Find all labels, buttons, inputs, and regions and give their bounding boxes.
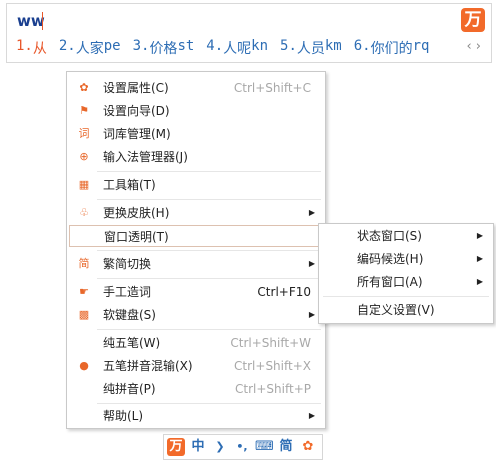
- candidate-list: 1. 从 2. 人家 pe 3. 价格 st 4. 人呢 kn 5. 人员 km 6. 你们的 rq: [16, 38, 429, 58]
- submenu-arrow-icon: ▶: [308, 411, 315, 420]
- menu-item-toolbox[interactable]: ▦ 工具箱(T): [69, 174, 323, 196]
- submenu-arrow-icon: ▶: [308, 208, 315, 217]
- gear-icon: ✿: [79, 81, 89, 94]
- hand-icon: ☛: [79, 285, 89, 298]
- submenu-arrow-icon: ▶: [476, 277, 483, 286]
- submenu-item-custom[interactable]: 自定义设置(V): [321, 299, 491, 321]
- menu-item-window-transparency[interactable]: 窗口透明(T): [69, 225, 323, 247]
- menu-item-ime-manager[interactable]: ⊕ 输入法管理器(J): [69, 146, 323, 168]
- manager-icon: ⊕: [79, 150, 89, 163]
- traditional-simplified-icon: 简: [78, 257, 90, 270]
- menu-separator: [97, 329, 321, 330]
- submenu-item-candidate[interactable]: 编码候选(H) ▶: [321, 248, 491, 270]
- ime-status-bar: 万 中 ❯ •, ⌨ 简 ✿: [163, 434, 323, 460]
- menu-separator: [323, 296, 489, 297]
- candidate-item[interactable]: 2. 人家 pe: [59, 38, 121, 58]
- menu-separator: [97, 199, 321, 200]
- menu-separator: [97, 171, 321, 172]
- menu-item-pure-pinyin[interactable]: 纯拼音(P) Ctrl+Shift+P: [69, 378, 323, 400]
- moon-icon[interactable]: ❯: [211, 438, 229, 456]
- candidate-item[interactable]: 6. 你们的 rq: [354, 38, 430, 58]
- submenu-item-status-window[interactable]: 状态窗口(S) ▶: [321, 225, 491, 247]
- menu-item-help[interactable]: 帮助(L) ▶: [69, 405, 323, 427]
- submenu-item-all-windows[interactable]: 所有窗口(A) ▶: [321, 271, 491, 293]
- menu-separator: [97, 403, 321, 404]
- menu-item-settings[interactable]: ✿ 设置属性(C) Ctrl+Shift+C: [69, 77, 323, 99]
- selected-dot-icon: ●: [79, 359, 89, 372]
- punctuation-icon[interactable]: •,: [233, 438, 251, 456]
- submenu-arrow-icon: ▶: [476, 254, 483, 263]
- next-page-icon[interactable]: ›: [476, 39, 481, 54]
- candidate-item[interactable]: 1. 从: [16, 38, 47, 58]
- wubi-logo-icon[interactable]: 万: [461, 8, 485, 32]
- composition-text: ww: [17, 12, 45, 30]
- page-nav: ‹ ›: [466, 39, 481, 54]
- candidate-item[interactable]: 3. 价格 st: [133, 38, 195, 58]
- menu-item-soft-keyboard[interactable]: ▩ 软键盘(S) ▶: [69, 304, 323, 326]
- menu-separator: [97, 250, 321, 251]
- submenu-arrow-icon: ▶: [308, 259, 315, 268]
- submenu-arrow-icon: ▶: [476, 231, 483, 240]
- keyboard-icon: ▩: [78, 308, 90, 321]
- submenu-arrow-icon: ▶: [308, 310, 315, 319]
- candidate-item[interactable]: 5. 人员 km: [280, 38, 342, 58]
- menu-item-skin[interactable]: ♧ 更换皮肤(H) ▶: [69, 202, 323, 224]
- wubi-logo-icon[interactable]: 万: [167, 438, 185, 456]
- candidate-item[interactable]: 4. 人呢 kn: [206, 38, 268, 58]
- menu-item-pure-wubi[interactable]: 纯五笔(W) Ctrl+Shift+W: [69, 332, 323, 354]
- menu-item-manual-word[interactable]: ☛ 手工造词 Ctrl+F10: [69, 281, 323, 303]
- prev-page-icon[interactable]: ‹: [466, 39, 471, 54]
- simplified-icon[interactable]: 简: [277, 438, 295, 456]
- flag-icon: ⚑: [79, 104, 89, 117]
- shirt-icon: ♧: [79, 206, 89, 219]
- keyboard-icon[interactable]: ⌨: [255, 438, 274, 456]
- menu-item-dictionary[interactable]: 词 词库管理(M): [69, 123, 323, 145]
- menu-item-wizard[interactable]: ⚑ 设置向导(D): [69, 100, 323, 122]
- menu-separator: [97, 278, 321, 279]
- candidate-window: ww 万 1. 从 2. 人家 pe 3. 价格 st 4. 人呢 kn 5. 人员 km 6. 你…: [6, 3, 492, 63]
- text-caret: [42, 12, 43, 30]
- menu-item-trad-simp[interactable]: 简 繁简切换 ▶: [69, 253, 323, 275]
- menu-item-wubi-pinyin[interactable]: ● 五笔拼音混输(X) Ctrl+Shift+X: [69, 355, 323, 377]
- context-menu: ✿ 设置属性(C) Ctrl+Shift+C ⚑ 设置向导(D) 词 词库管理(…: [66, 71, 326, 429]
- toolbox-icon: ▦: [78, 178, 90, 191]
- transparency-submenu: 状态窗口(S) ▶ 编码候选(H) ▶ 所有窗口(A) ▶ 自定义设置(V): [318, 223, 494, 324]
- dictionary-icon: 词: [78, 127, 90, 140]
- chinese-mode-icon[interactable]: 中: [189, 438, 207, 456]
- gear-icon[interactable]: ✿: [299, 438, 317, 456]
